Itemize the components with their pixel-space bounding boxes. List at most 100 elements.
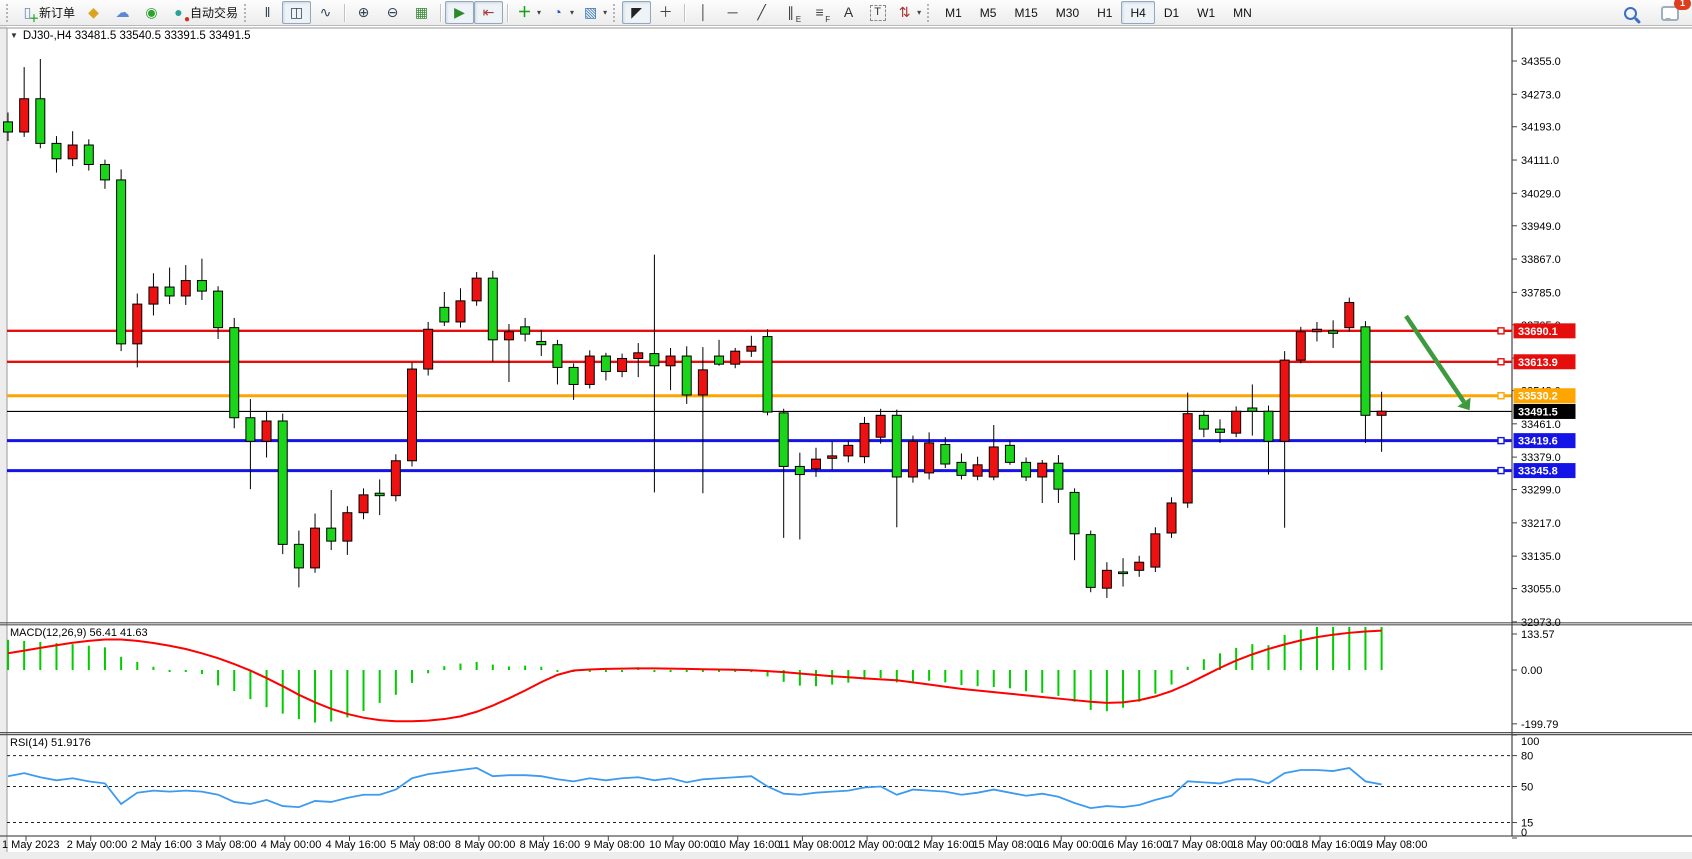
toolbar-grip xyxy=(6,4,11,22)
level-line-handle[interactable] xyxy=(1498,328,1504,334)
tf-d1[interactable]: D1 xyxy=(1155,1,1188,24)
tf-h4[interactable]: H4 xyxy=(1121,1,1154,24)
dropdown-caret-icon[interactable]: ▾ xyxy=(570,8,574,17)
candlestick-down xyxy=(892,415,901,477)
search-button[interactable] xyxy=(1616,2,1645,25)
toolbar-separator xyxy=(440,4,441,22)
candlestick-up xyxy=(472,278,481,301)
candlestick-down xyxy=(278,421,287,544)
text-button[interactable]: A xyxy=(834,1,863,24)
time-tick-label: 4 May 16:00 xyxy=(326,839,387,851)
chart-shift-icon: ⇤ xyxy=(480,4,497,21)
price-tick-label: 33949.0 xyxy=(1521,221,1561,233)
arrows-button[interactable]: ⇅▾ xyxy=(892,1,925,24)
macd-indicator-label: MACD(12,26,9) 56.41 41.63 xyxy=(10,627,148,639)
depth-button[interactable]: ◆ xyxy=(79,1,108,24)
trendline-button[interactable]: ╱ xyxy=(747,1,776,24)
candlestick-down xyxy=(601,356,610,371)
linechart-icon: ∿ xyxy=(317,4,334,21)
templates-button[interactable]: ▧▾ xyxy=(578,1,611,24)
level-line-handle[interactable] xyxy=(1498,359,1504,365)
autotrading-button[interactable]: ●●自动交易 xyxy=(166,1,242,24)
zoom-in-button[interactable]: ⊕ xyxy=(349,1,378,24)
chart-expander-icon[interactable]: ▼ xyxy=(10,31,18,40)
toolbar-separator xyxy=(684,4,685,22)
candlestick-down xyxy=(246,418,255,442)
cursor-icon: ◤ xyxy=(628,4,645,21)
periods-button[interactable]: ◔▾ xyxy=(545,1,578,24)
new-order-button[interactable]: ▯＋新订单 xyxy=(15,1,79,24)
candlestick-down xyxy=(230,328,239,418)
trend-arrow-annotation[interactable] xyxy=(1406,316,1464,402)
candlestick-down xyxy=(1248,408,1257,411)
candlestick-up xyxy=(20,99,29,132)
price-chart: 34355.034273.034193.034111.034029.033949… xyxy=(0,0,1692,859)
zoom-out-button[interactable]: ⊖ xyxy=(378,1,407,24)
tf-m1[interactable]: M1 xyxy=(936,1,971,24)
price-tick-label: 33217.0 xyxy=(1521,518,1561,530)
chart-title-text: DJ30-,H4 33481.5 33540.5 33391.5 33491.5 xyxy=(23,30,251,42)
main-toolbar: ▯＋新订单◆☁◉●●自动交易‖◫∿⊕⊖▦▶⇤＋▾◔▾▧▾◤＋│─╱∥E≡FAT⇅… xyxy=(0,0,1692,26)
dropdown-caret-icon[interactable]: ▾ xyxy=(917,8,921,17)
candlestick-up xyxy=(1038,463,1047,477)
level-line-handle[interactable] xyxy=(1498,468,1504,474)
candlestick-up xyxy=(618,358,627,371)
tf-w1[interactable]: W1 xyxy=(1188,1,1224,24)
notifications-button[interactable]: 1 xyxy=(1655,2,1684,25)
tf-m15[interactable]: M15 xyxy=(1005,1,1046,24)
line-chart-button[interactable]: ∿ xyxy=(311,1,340,24)
channel-button[interactable]: ∥E xyxy=(776,1,805,24)
time-tick-label: 10 May 16:00 xyxy=(714,839,781,851)
dropdown-caret-icon[interactable]: ▾ xyxy=(537,8,541,17)
tf-mn[interactable]: MN xyxy=(1224,1,1261,24)
tf-h4-label: H4 xyxy=(1125,6,1150,20)
doc-plus-icon: ▯＋ xyxy=(19,4,36,21)
level-line-handle[interactable] xyxy=(1498,393,1504,399)
cursor-button[interactable]: ◤ xyxy=(622,1,651,24)
candlestick-down xyxy=(214,291,223,328)
candlestick-up xyxy=(391,461,400,496)
horizontal-line-button[interactable]: ─ xyxy=(718,1,747,24)
toolbar-grip xyxy=(244,4,249,22)
dropdown-caret-icon[interactable]: ▾ xyxy=(603,8,607,17)
candlestick-down xyxy=(1216,429,1225,432)
rsi-scale-label: 0 xyxy=(1521,827,1527,839)
level-line-handle[interactable] xyxy=(1498,438,1504,444)
funnel-gold-icon: ◆ xyxy=(85,4,102,21)
price-tick-label: 33135.0 xyxy=(1521,551,1561,563)
tf-m5[interactable]: M5 xyxy=(971,1,1006,24)
fibonacci-button[interactable]: ≡F xyxy=(805,1,834,24)
candlestick-up xyxy=(828,456,837,458)
price-badge-label: 33419.6 xyxy=(1518,436,1558,448)
indicator-plus-icon: ＋ xyxy=(516,4,533,21)
time-tick-label: 8 May 16:00 xyxy=(520,839,581,851)
tf-m30[interactable]: M30 xyxy=(1047,1,1088,24)
candlestick-down xyxy=(197,281,206,292)
chart-shift-button[interactable]: ⇤ xyxy=(474,1,503,24)
signal-green-icon: ◉ xyxy=(143,4,160,21)
person-blue-icon: ☁ xyxy=(114,4,131,21)
price-tick-label: 33867.0 xyxy=(1521,254,1561,266)
candlestick-up xyxy=(666,356,675,366)
candlestick-down xyxy=(650,354,659,366)
price-tick-label: 34273.0 xyxy=(1521,89,1561,101)
bar-chart-button[interactable]: ‖ xyxy=(253,1,282,24)
candlestick-down xyxy=(84,145,93,164)
vertical-line-button[interactable]: │ xyxy=(689,1,718,24)
toolbar-separator xyxy=(344,4,345,22)
candlestick-down xyxy=(795,466,804,474)
tile-windows-button[interactable]: ▦ xyxy=(407,1,436,24)
crosshair-button[interactable]: ＋ xyxy=(651,1,680,24)
auto-scroll-button[interactable]: ▶ xyxy=(445,1,474,24)
label-button[interactable]: T xyxy=(863,1,892,24)
candlestick-down xyxy=(521,327,530,334)
market-watch-button[interactable]: ☁ xyxy=(108,1,137,24)
candlestick-button[interactable]: ◫ xyxy=(282,1,311,24)
tf-mn-label: MN xyxy=(1228,6,1257,20)
indicators-button[interactable]: ＋▾ xyxy=(512,1,545,24)
tf-h1[interactable]: H1 xyxy=(1088,1,1121,24)
signals-button[interactable]: ◉ xyxy=(137,1,166,24)
tiles-icon: ▦ xyxy=(413,4,430,21)
hline-icon: ─ xyxy=(724,4,741,21)
candlestick-up xyxy=(1102,570,1111,588)
